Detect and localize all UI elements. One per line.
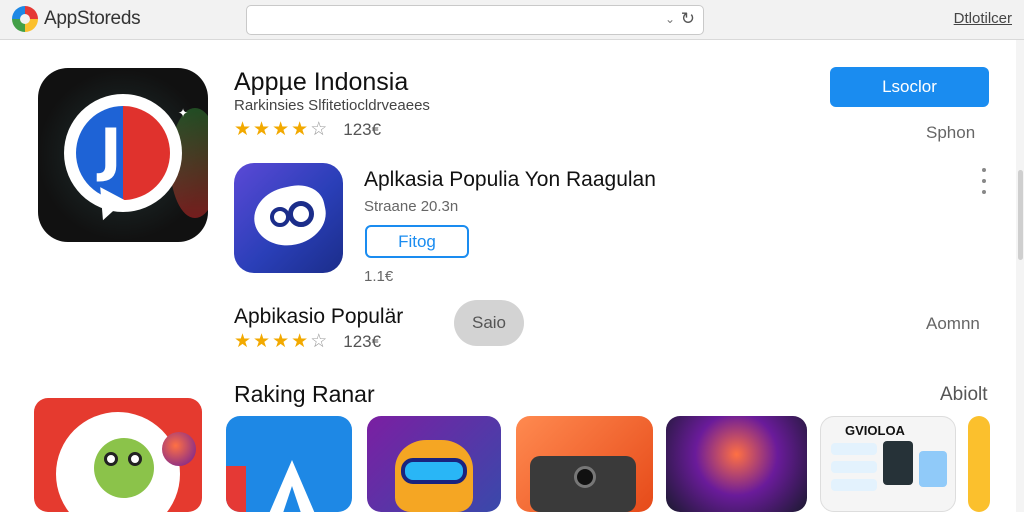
ranking-partial[interactable]: [968, 416, 990, 512]
star-icon: ★: [253, 331, 271, 352]
sparkle-icon: ✦: [177, 106, 188, 120]
third-app-rating: ★ ★ ★ ★ ☆ 123€: [234, 332, 381, 351]
ranking-cat-goggles[interactable]: [367, 416, 501, 512]
icon-glyph: J: [100, 116, 122, 184]
star-icon: ★: [291, 331, 309, 352]
brand-logo-icon: [12, 6, 38, 32]
mascot-eye: [128, 452, 142, 466]
icon-eye: [288, 201, 314, 227]
reload-icon[interactable]: ↻: [681, 9, 695, 29]
thumb-ball: [162, 432, 196, 466]
thumb-card: [831, 479, 877, 491]
thumb-red-strip: [226, 466, 246, 512]
chevron-down-icon[interactable]: ⌄: [665, 12, 675, 26]
thumb-camera: [574, 466, 596, 488]
icon-eye: [270, 207, 290, 227]
hero-action-button[interactable]: Lsoclor: [830, 67, 989, 107]
top-right-link[interactable]: Dtlotilcer: [954, 10, 1012, 27]
second-app-icon[interactable]: [234, 163, 343, 273]
top-bar: AppStoreds ⌄ ↻ Dtlotilcer: [0, 0, 1024, 40]
hero-app-subtitle: Rarkinsies Slfitetiocldrveaees: [234, 97, 430, 114]
search-input[interactable]: ⌄ ↻: [246, 5, 704, 35]
thumb-brand-text: GVIOLOA: [845, 423, 905, 438]
star-empty-icon: ☆: [310, 331, 328, 352]
third-app-button[interactable]: Saio: [454, 300, 524, 346]
hero-side-label: Sphon: [926, 123, 976, 142]
third-app-title[interactable]: Apbikasio Populär: [234, 305, 403, 329]
third-app-side-label: Aomnn: [926, 314, 980, 333]
icon-inner-circle: [76, 106, 170, 200]
thumb-card: [831, 443, 877, 455]
hero-app-title[interactable]: Appµe Indonsia: [234, 68, 408, 97]
thumb-a-notch: [282, 486, 302, 512]
star-icon: ★: [272, 331, 290, 352]
star-empty-icon: ☆: [310, 119, 328, 140]
more-vert-icon[interactable]: [976, 168, 992, 194]
thumb-phone: [919, 451, 947, 487]
second-app-button[interactable]: Fitog: [365, 225, 469, 258]
rating-count: 123€: [343, 332, 382, 351]
ranking-gvioloa[interactable]: GVIOLOA: [820, 416, 956, 512]
ranking-concert[interactable]: [666, 416, 807, 512]
star-icon: ★: [234, 119, 252, 140]
ranking-see-all-link[interactable]: Abiolt: [940, 384, 988, 406]
scrollbar-track[interactable]: [1016, 40, 1024, 512]
second-app-title[interactable]: Aplkasia Populia Yon Raagulan: [364, 168, 656, 192]
brand[interactable]: AppStoreds: [12, 6, 141, 32]
star-icon: ★: [234, 331, 252, 352]
star-icon: ★: [253, 119, 271, 140]
ranking-section-title: Raking Ranar: [234, 381, 375, 407]
ranking-blue-a[interactable]: [226, 416, 352, 512]
star-icon: ★: [272, 119, 290, 140]
mascot-face: [94, 438, 154, 498]
star-icon: ★: [291, 119, 309, 140]
rating-count: 123€: [343, 120, 382, 139]
second-app-size: 1.1€: [364, 268, 394, 285]
hero-app-icon[interactable]: J ✦: [38, 68, 208, 242]
scrollbar-thumb[interactable]: [1018, 170, 1023, 260]
thumb-card: [831, 461, 877, 473]
second-app-subtitle: Straane 20.3n: [364, 198, 459, 215]
ranking-phone-camera[interactable]: [516, 416, 653, 512]
hero-rating: ★ ★ ★ ★ ☆ 123€: [234, 120, 381, 139]
brand-name: AppStoreds: [44, 8, 141, 29]
mascot-eye: [104, 452, 118, 466]
ranking-game-mascot[interactable]: [34, 398, 202, 512]
thumb-goggles: [401, 458, 467, 484]
thumb-portrait: [883, 441, 913, 485]
